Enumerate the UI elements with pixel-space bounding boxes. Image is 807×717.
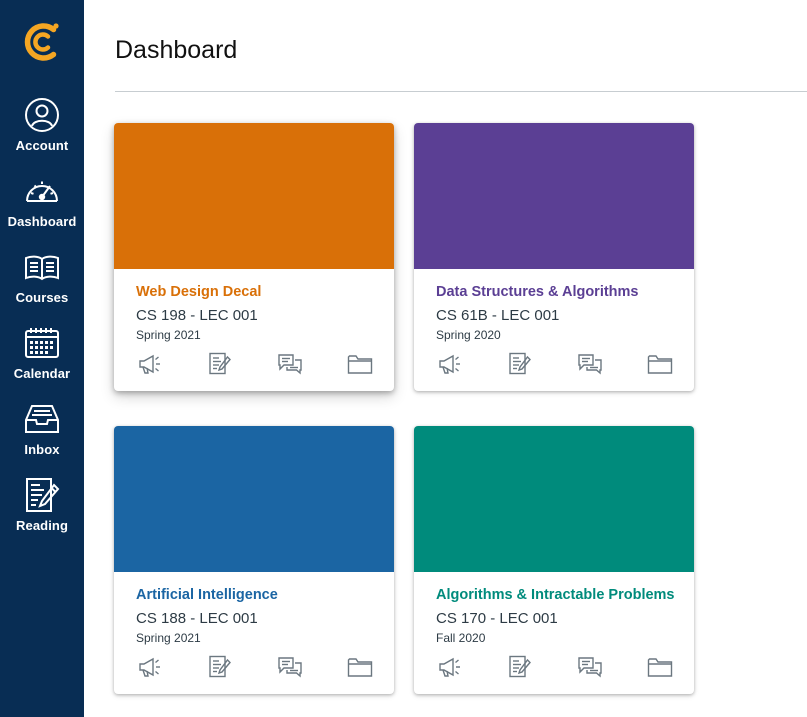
discussions-icon[interactable] [576,654,604,680]
course-card-code: CS 188 - LEC 001 [136,610,258,627]
course-card-title[interactable]: Artificial Intelligence [136,587,278,603]
files-icon[interactable] [346,351,374,377]
account-icon [23,96,61,134]
nav-item-inbox[interactable]: Inbox [0,400,84,470]
course-card-actions [414,654,694,680]
course-card-title[interactable]: Web Design Decal [136,284,261,300]
course-card-term: Spring 2021 [136,328,201,342]
course-card[interactable]: Web Design Decal CS 198 - LEC 001 Spring… [114,123,394,391]
nav-label-courses: Courses [15,290,69,305]
app-root: Account Dashboard Courses Calendar Inbox… [0,0,807,717]
brand-logo-icon[interactable] [23,20,61,64]
assignments-icon[interactable] [206,654,234,680]
global-nav-sidebar: Account Dashboard Courses Calendar Inbox… [0,0,84,717]
course-card-actions [414,351,694,377]
course-card-title[interactable]: Data Structures & Algorithms [436,284,639,300]
discussions-icon[interactable] [276,654,304,680]
course-card-hero[interactable] [414,426,694,572]
course-card-hero[interactable] [114,426,394,572]
announcements-icon[interactable] [136,351,164,377]
course-card[interactable]: Data Structures & Algorithms CS 61B - LE… [414,123,694,391]
course-card-code: CS 61B - LEC 001 [436,307,560,324]
assignments-icon[interactable] [506,351,534,377]
dashboard-icon [23,172,61,210]
course-card-code: CS 170 - LEC 001 [436,610,558,627]
course-card-hero[interactable] [114,123,394,269]
files-icon[interactable] [646,654,674,680]
nav-label-dashboard: Dashboard [7,214,77,229]
nav-item-courses[interactable]: Courses [0,248,84,318]
course-card-term: Fall 2020 [436,631,486,645]
course-card-code: CS 198 - LEC 001 [136,307,258,324]
files-icon[interactable] [646,351,674,377]
assignments-icon[interactable] [206,351,234,377]
announcements-icon[interactable] [436,351,464,377]
reading-icon [23,476,61,514]
courses-icon [23,248,61,286]
announcements-icon[interactable] [136,654,164,680]
course-card-actions [114,654,394,680]
nav-item-dashboard[interactable]: Dashboard [0,172,84,242]
nav-label-reading: Reading [16,518,68,533]
nav-item-account[interactable]: Account [0,96,84,166]
nav-label-calendar: Calendar [13,366,71,381]
course-card[interactable]: Artificial Intelligence CS 188 - LEC 001… [114,426,394,694]
course-card-term: Spring 2020 [436,328,501,342]
assignments-icon[interactable] [506,654,534,680]
nav-label-inbox: Inbox [24,442,60,457]
inbox-icon [23,400,61,438]
header-divider [115,91,807,92]
nav-label-account: Account [15,138,69,153]
course-card-hero[interactable] [414,123,694,269]
calendar-icon [23,324,61,362]
course-card-actions [114,351,394,377]
course-card[interactable]: Algorithms & Intractable Problems CS 170… [414,426,694,694]
discussions-icon[interactable] [576,351,604,377]
course-card-title[interactable]: Algorithms & Intractable Problems [436,587,675,603]
nav-item-reading[interactable]: Reading [0,476,84,546]
announcements-icon[interactable] [436,654,464,680]
course-card-term: Spring 2021 [136,631,201,645]
nav-item-calendar[interactable]: Calendar [0,324,84,394]
files-icon[interactable] [346,654,374,680]
discussions-icon[interactable] [276,351,304,377]
page-title: Dashboard [115,36,238,64]
